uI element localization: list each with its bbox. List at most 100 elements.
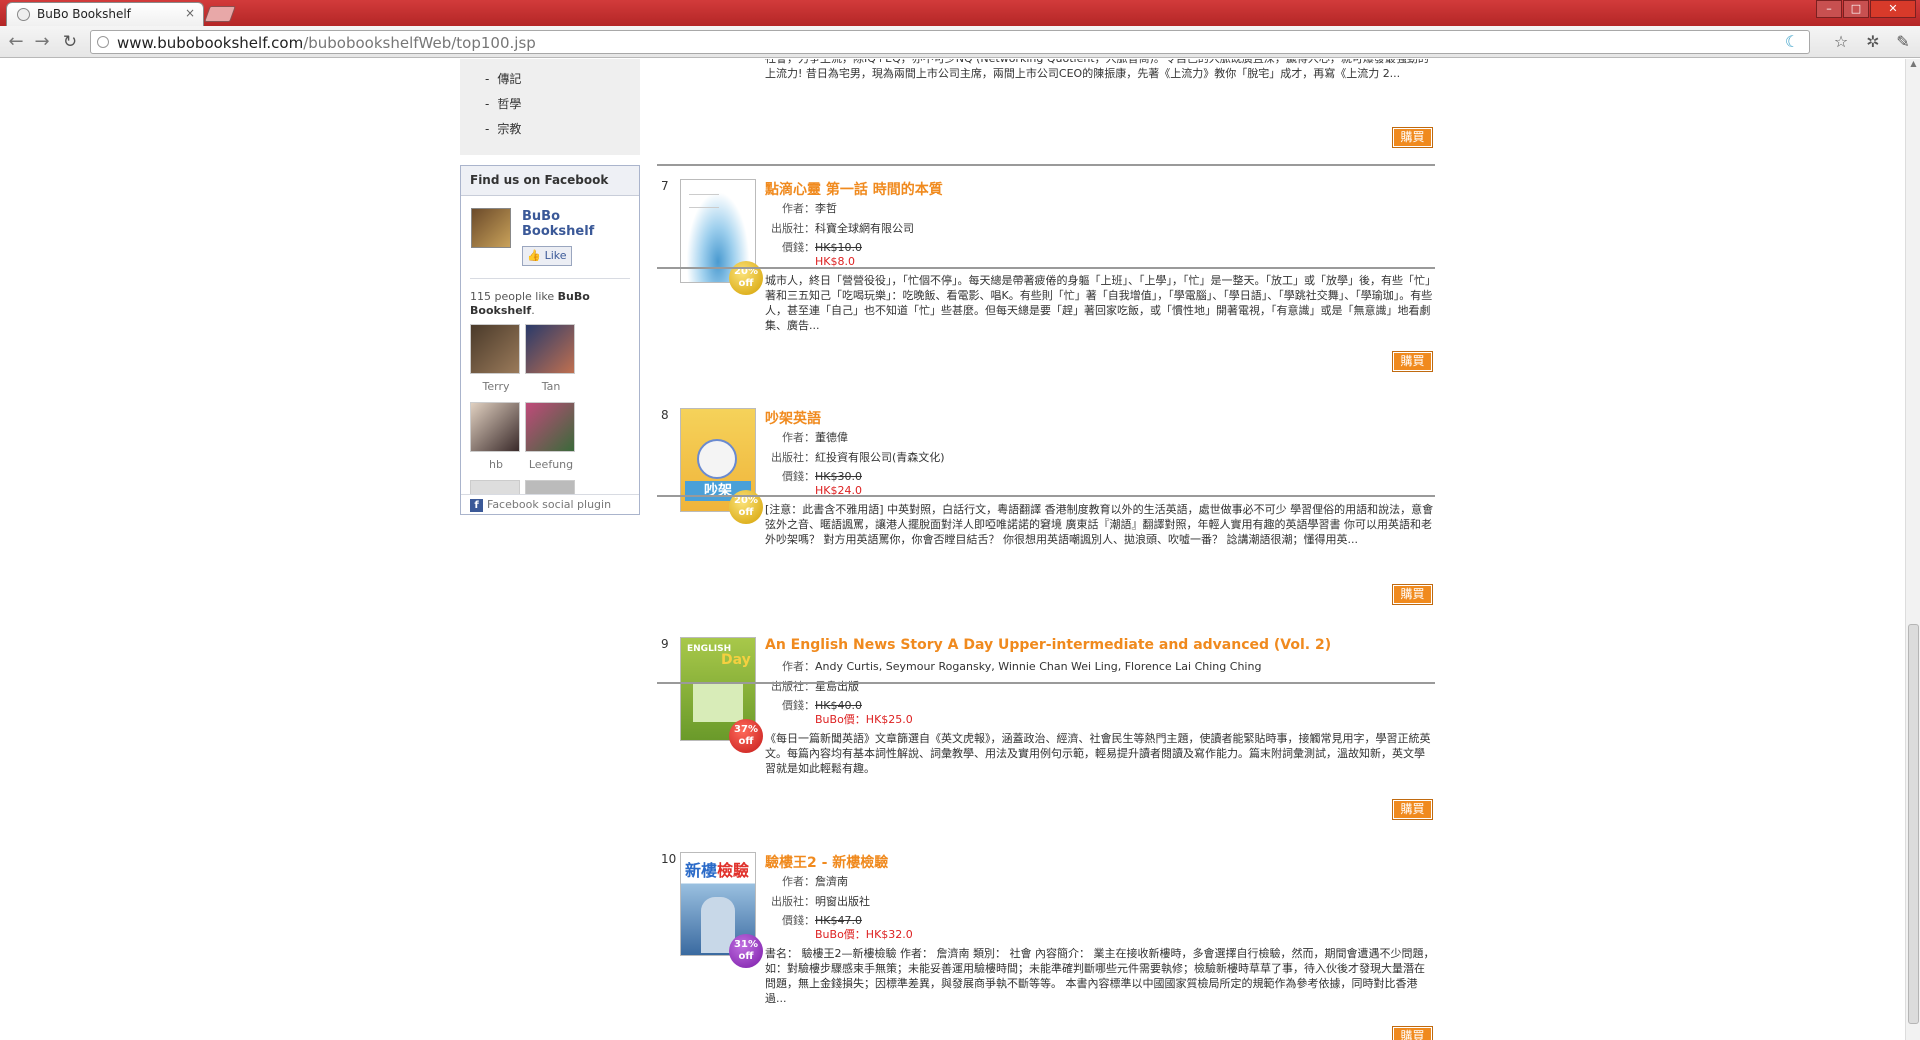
- close-tab-icon[interactable]: ×: [185, 6, 195, 20]
- sidebar: - 傳記 - 哲學 - 宗教 Find us on Facebook BuBo Boo…: [460, 59, 640, 515]
- book-title[interactable]: 驗樓王2 - 新樓檢驗: [765, 852, 1435, 872]
- facebook-footer[interactable]: f Facebook social plugin: [461, 494, 639, 514]
- fan-profile[interactable]: [525, 480, 577, 494]
- category-label: 哲學: [497, 97, 522, 111]
- author-value: Andy Curtis, Seymour Rogansky, Winnie Ch…: [815, 660, 1262, 673]
- fan-name: Tan: [541, 380, 561, 393]
- book-description: 《每日一篇新聞英語》文章篩選自《英文虎報》，涵蓋政治、經濟、社會民生等熱門主題，…: [765, 732, 1431, 775]
- buy-button[interactable]: 購買: [1392, 351, 1433, 372]
- category-item[interactable]: - 宗教: [460, 118, 640, 143]
- buy-button[interactable]: 購買: [1392, 799, 1433, 820]
- book-title[interactable]: An English News Story A Day Upper-interm…: [765, 637, 1435, 657]
- reload-icon[interactable]: ↻: [60, 32, 80, 52]
- book-title[interactable]: 點滴心靈 第一話 時間的本質: [765, 179, 1435, 199]
- publisher-row: 出版社：星島出版: [771, 680, 859, 693]
- extension-icon[interactable]: ☾: [1781, 32, 1803, 52]
- facebook-like-box: Find us on Facebook BuBo Bookshelf 👍 Lik…: [460, 165, 640, 515]
- fan-name: Terry: [482, 380, 510, 393]
- facebook-header: Find us on Facebook: [461, 166, 639, 196]
- book-info: 點滴心靈 第一話 時間的本質 作者：李哲 出版社：科寶全球網有限公司 價錢：HK…: [765, 179, 1435, 333]
- book-info: 吵架英語 作者：董德偉 出版社：紅投資有限公司(青森文化) 價錢：HK$30.0…: [765, 408, 1435, 547]
- address-bar[interactable]: www.bubobookshelf.com/bubobookshelfWeb/t…: [90, 30, 1810, 54]
- price-row: 價錢：HK$30.0: [782, 470, 862, 483]
- fan-profile[interactable]: [470, 480, 522, 494]
- facebook-page-name[interactable]: BuBo Bookshelf: [522, 209, 622, 239]
- buy-button[interactable]: 購買: [1392, 127, 1433, 148]
- publisher-row: 出版社：紅投資有限公司(青森文化): [771, 451, 945, 464]
- book-description: 社會，力爭上流，除IQ+EQ，亦不可少NQ (Networking Quotie…: [765, 59, 1429, 80]
- price-label: 價錢：: [782, 241, 815, 254]
- fan-profile[interactable]: hb: [470, 402, 522, 471]
- fan-profile[interactable]: Terry: [470, 324, 522, 393]
- publisher-row: 出版社：科寶全球網有限公司: [765, 219, 1435, 239]
- book-description: 城市人，終日「營營役役」，「忙個不停」。每天總是帶著疲倦的身軀「上班」、「上學」…: [765, 274, 1433, 332]
- sale-price: BuBo價：HK$32.0: [815, 928, 913, 941]
- book-description: [注意：此書含不雅用語] 中英對照，白話行文，粵語翻譯 香港制度教育以外的生活英…: [765, 503, 1434, 546]
- author-row: 作者：Andy Curtis, Seymour Rogansky, Winnie…: [782, 660, 1262, 673]
- url-host: www.bubobookshelf.com: [117, 34, 304, 52]
- fan-profile[interactable]: Leefung: [525, 402, 577, 471]
- publisher-label: 出版社：: [771, 222, 815, 235]
- author-value: 董德偉: [815, 431, 848, 444]
- globe-icon: [17, 8, 30, 21]
- category-item[interactable]: - 傳記: [460, 68, 640, 93]
- book-description: 書名： 驗樓王2—新樓檢驗 作者： 詹濟南 類別： 社會 內容簡介： 業主在接收…: [765, 947, 1435, 1005]
- sale-price: BuBo價：HK$25.0: [815, 713, 913, 726]
- fan-profile[interactable]: Tan: [525, 324, 577, 393]
- scroll-up-arrow-icon[interactable]: ▲: [1908, 59, 1919, 73]
- facebook-page-thumbnail[interactable]: [471, 208, 511, 248]
- author-value: 詹濟南: [815, 875, 848, 888]
- facebook-icon: f: [470, 499, 483, 512]
- browser-tab[interactable]: BuBo Bookshelf ×: [6, 2, 204, 26]
- like-label: Like: [544, 249, 567, 262]
- publisher-row: 出版社：明窗出版社: [771, 895, 870, 908]
- price-row: 價錢：HK$40.0: [782, 699, 862, 712]
- author-row: 作者：董德偉: [782, 431, 848, 444]
- back-arrow-icon[interactable]: ←: [6, 32, 26, 52]
- discount-badge: 31% off: [729, 934, 763, 968]
- publisher-value: 明窗出版社: [815, 895, 870, 908]
- book-title[interactable]: 吵架英語: [765, 408, 1435, 428]
- avatar: [470, 480, 520, 494]
- browser-titlebar: BuBo Bookshelf × – □ ✕: [0, 0, 1920, 26]
- wrench-icon[interactable]: ✎: [1892, 32, 1914, 52]
- original-price: HK$30.0: [815, 470, 862, 483]
- star-icon[interactable]: ☆: [1830, 32, 1852, 52]
- close-window-icon[interactable]: ✕: [1870, 0, 1916, 18]
- avatar: [470, 402, 520, 452]
- price-row: 價錢：HK$47.0: [782, 914, 862, 927]
- author-row: 作者：詹濟南: [782, 875, 848, 888]
- facebook-like-button[interactable]: 👍 Like: [522, 246, 572, 266]
- rank-number: 7: [661, 179, 669, 193]
- browser-toolbar: ← → ↻ www.bubobookshelf.com/bubobookshel…: [0, 26, 1920, 58]
- scrollbar-thumb[interactable]: [1908, 624, 1919, 1024]
- buy-button[interactable]: 購買: [1392, 1026, 1433, 1040]
- rank-number: 8: [661, 408, 669, 422]
- buy-button[interactable]: 購買: [1392, 584, 1433, 605]
- forward-arrow-icon[interactable]: →: [32, 32, 52, 52]
- vertical-scrollbar[interactable]: ▲: [1905, 59, 1920, 1040]
- rank-number: 10: [661, 852, 677, 866]
- maximize-icon[interactable]: □: [1843, 0, 1869, 18]
- new-tab-button[interactable]: [204, 6, 236, 22]
- publisher-value: 科寶全球網有限公司: [815, 222, 914, 235]
- tab-title: BuBo Bookshelf: [37, 7, 131, 21]
- rank-number: 9: [661, 637, 669, 651]
- minimize-icon[interactable]: –: [1816, 0, 1842, 18]
- url-path: /bubobookshelfWeb/top100.jsp: [303, 34, 536, 52]
- category-item[interactable]: - 哲學: [460, 93, 640, 118]
- page-content: - 傳記 - 哲學 - 宗教 Find us on Facebook BuBo Boo…: [0, 59, 1905, 1040]
- avatar: [525, 402, 575, 452]
- author-label: 作者：: [782, 202, 815, 215]
- page-icon: [97, 36, 109, 48]
- category-label: 宗教: [497, 122, 522, 136]
- avatar: [525, 324, 575, 374]
- book-info: An English News Story A Day Upper-interm…: [765, 637, 1435, 776]
- publisher-value: 紅投資有限公司(青森文化): [815, 451, 945, 464]
- settings-icon[interactable]: ✲: [1862, 32, 1884, 52]
- category-label: 傳記: [497, 72, 522, 86]
- category-list: - 傳記 - 哲學 - 宗教: [460, 59, 640, 155]
- original-price: HK$47.0: [815, 914, 862, 927]
- fan-name: Leefung: [528, 458, 574, 471]
- facebook-like-count: 115 people like BuBo Bookshelf.: [470, 290, 590, 317]
